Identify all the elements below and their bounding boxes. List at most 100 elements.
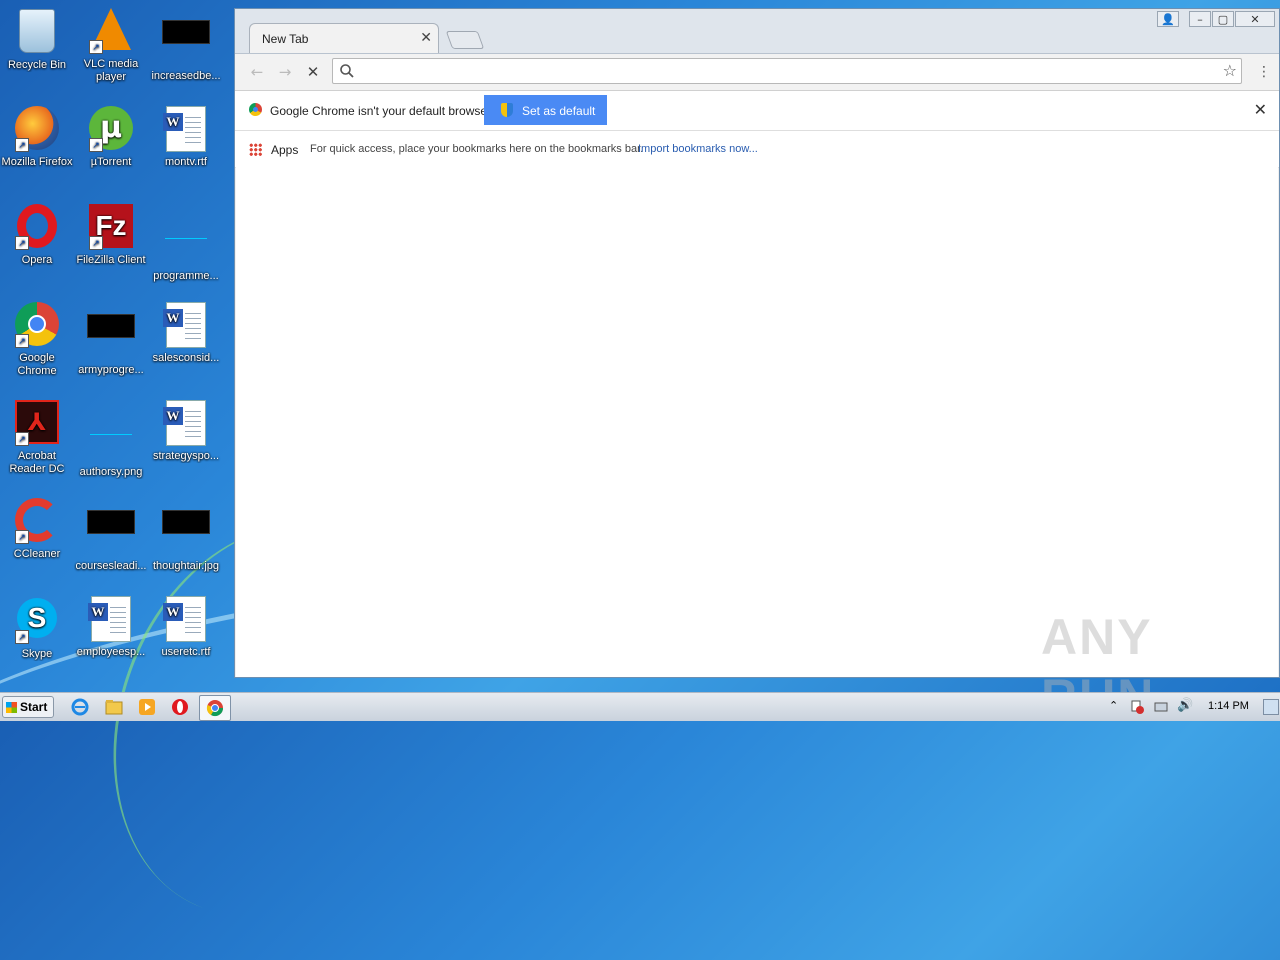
desktop-icon-label: VLC media player [83,58,139,83]
apps-shortcut[interactable]: Apps [271,143,298,157]
infobar-message: Google Chrome isn't your default browser… [270,104,494,118]
shortcut-arrow-icon: ↗ [15,432,29,446]
address-input[interactable] [359,62,1199,80]
desktop-icon-label: FileZilla Client [76,254,146,266]
desktop-icon-firefox[interactable]: ↗ Mozilla Firefox [0,104,74,169]
desktop-icon-ccleaner[interactable]: ↗ CCleaner [0,496,74,561]
shortcut-arrow-icon: ↗ [89,236,103,250]
shortcut-arrow-icon: ↗ [15,530,29,544]
uac-shield-icon [501,103,513,117]
tab-new-tab[interactable]: New Tab ✕ [249,23,439,53]
image-thumbnail-icon [87,510,135,534]
page-content: ANY RUN [236,167,1278,725]
image-thumbnail-icon [87,314,135,338]
network-icon[interactable] [1153,699,1169,715]
import-bookmarks-link[interactable]: Import bookmarks now... [638,143,758,155]
desktop-icon-label: armyprogre... [78,364,144,376]
desktop-icon-label: programme... [153,270,219,282]
opera-taskbar-icon[interactable] [170,697,190,717]
shortcut-arrow-icon: ↗ [89,138,103,152]
desktop-icon-useretc[interactable]: W useretc.rtf [149,594,223,659]
show-desktop-button[interactable] [1263,699,1279,715]
desktop-icon-label: CCleaner [13,548,61,560]
desktop-icon-employeesp[interactable]: W employeesp... [74,594,148,659]
desktop-icon-strategyspo[interactable]: W strategyspo... [149,398,223,463]
shortcut-arrow-icon: ↗ [15,630,29,644]
desktop-icon-label: Opera [21,254,53,266]
new-tab-button[interactable] [445,31,485,49]
desktop-icon-label: strategyspo... [152,450,220,462]
stop-loading-icon[interactable]: ✕ [303,62,323,82]
desktop-icon-opera[interactable]: ↗ Opera [0,202,74,267]
image-thumbnail-icon [165,220,207,239]
recycle-bin-icon [19,9,55,53]
desktop-icon-label: coursesleadi... [75,560,147,572]
desktop-icon-coursesleadi[interactable]: coursesleadi... [74,496,148,573]
minimize-button[interactable]: – [1189,11,1211,27]
desktop-icon-label: salesconsid... [152,352,220,364]
desktop-icon-recycle-bin[interactable]: Recycle Bin [0,6,74,72]
desktop-icon-montv[interactable]: W montv.rtf [149,104,223,169]
menu-kebab-icon[interactable]: ⋮ [1257,62,1271,82]
shortcut-arrow-icon: ↗ [15,138,29,152]
desktop-icon-vlc[interactable]: ↗ VLC media player [74,6,148,84]
desktop-icon-label: Skype [21,648,53,660]
start-label: Start [20,700,48,714]
tab-close-icon[interactable]: ✕ [420,29,432,46]
desktop-icon-acrobat[interactable]: ⅄ ↗ Acrobat Reader DC [0,398,74,476]
word-document-icon: W [163,302,206,348]
bookmark-star-icon[interactable]: ☆ [1223,61,1237,81]
forward-arrow-icon[interactable]: → [275,62,295,82]
clock[interactable]: 1:14 PM [1208,700,1249,712]
desktop-icon-label: Acrobat Reader DC [9,450,65,475]
set-as-default-label: Set as default [522,104,596,118]
show-hidden-icons-chevron-icon[interactable]: ⌃ [1109,699,1118,712]
back-arrow-icon[interactable]: ← [247,62,267,82]
desktop-icon-programme[interactable]: programme... [149,202,223,283]
desktop-icon-increasedbe[interactable]: increasedbe... [149,6,223,83]
apps-grid-icon[interactable] [249,143,262,156]
desktop-icon-label: authorsy.png [79,466,143,478]
chrome-logo-icon [249,103,262,116]
desktop-icon-label: montv.rtf [165,156,207,168]
desktop-icon-armyprogre[interactable]: armyprogre... [74,300,148,377]
shortcut-arrow-icon: ↗ [15,236,29,250]
bookmarks-bar: Apps For quick access, place your bookma… [235,131,1279,168]
action-center-flag-icon[interactable] [1129,699,1145,715]
desktop-icon-filezilla[interactable]: Fz ↗ FileZilla Client [74,202,148,267]
word-document-icon: W [163,106,206,152]
desktop-icon-utorrent[interactable]: µ ↗ µTorrent [74,104,148,169]
internet-explorer-icon[interactable] [70,697,90,717]
desktop-icon-label: Recycle Bin [7,59,67,71]
desktop-icon-label: increasedbe... [151,70,221,82]
image-thumbnail-icon [162,20,210,44]
chrome-taskbar-icon [206,700,224,717]
profile-icon[interactable]: 👤 [1157,11,1179,27]
chrome-window: New Tab ✕ 👤 – ▢ ✕ ← → ✕ ☆ ⋮ Google Chrom… [234,8,1280,725]
bookmarks-hint: For quick access, place your bookmarks h… [310,143,644,155]
word-document-icon: W [163,400,206,446]
media-player-icon[interactable] [137,697,157,717]
omnibox[interactable]: ☆ [332,58,1242,84]
image-thumbnail-icon [90,416,132,435]
desktop-icon-chrome[interactable]: ↗ Google Chrome [0,300,74,378]
chrome-taskbar-button[interactable] [199,695,231,721]
start-button[interactable]: Start [2,696,54,718]
search-icon [340,64,354,78]
file-explorer-icon[interactable] [104,697,124,717]
default-browser-infobar: Google Chrome isn't your default browser… [235,91,1279,131]
infobar-close-icon[interactable]: ✕ [1254,100,1267,120]
close-window-button[interactable]: ✕ [1235,11,1275,27]
shortcut-arrow-icon: ↗ [15,334,29,348]
desktop-icon-skype[interactable]: S ↗ Skype [0,594,74,661]
desktop-icon-salesconsid[interactable]: W salesconsid... [149,300,223,365]
browser-toolbar: ← → ✕ ☆ ⋮ [235,54,1279,91]
desktop-icon-thoughtair[interactable]: thoughtair.jpg [149,496,223,573]
volume-speaker-icon[interactable]: 🔊 [1177,698,1193,713]
desktop-icon-authorsy[interactable]: authorsy.png [74,398,148,479]
set-as-default-button[interactable]: Set as default [484,95,607,125]
title-bar: New Tab ✕ 👤 – ▢ ✕ [235,9,1279,54]
desktop-icon-label: thoughtair.jpg [152,560,220,572]
maximize-button[interactable]: ▢ [1212,11,1234,27]
image-thumbnail-icon [162,510,210,534]
